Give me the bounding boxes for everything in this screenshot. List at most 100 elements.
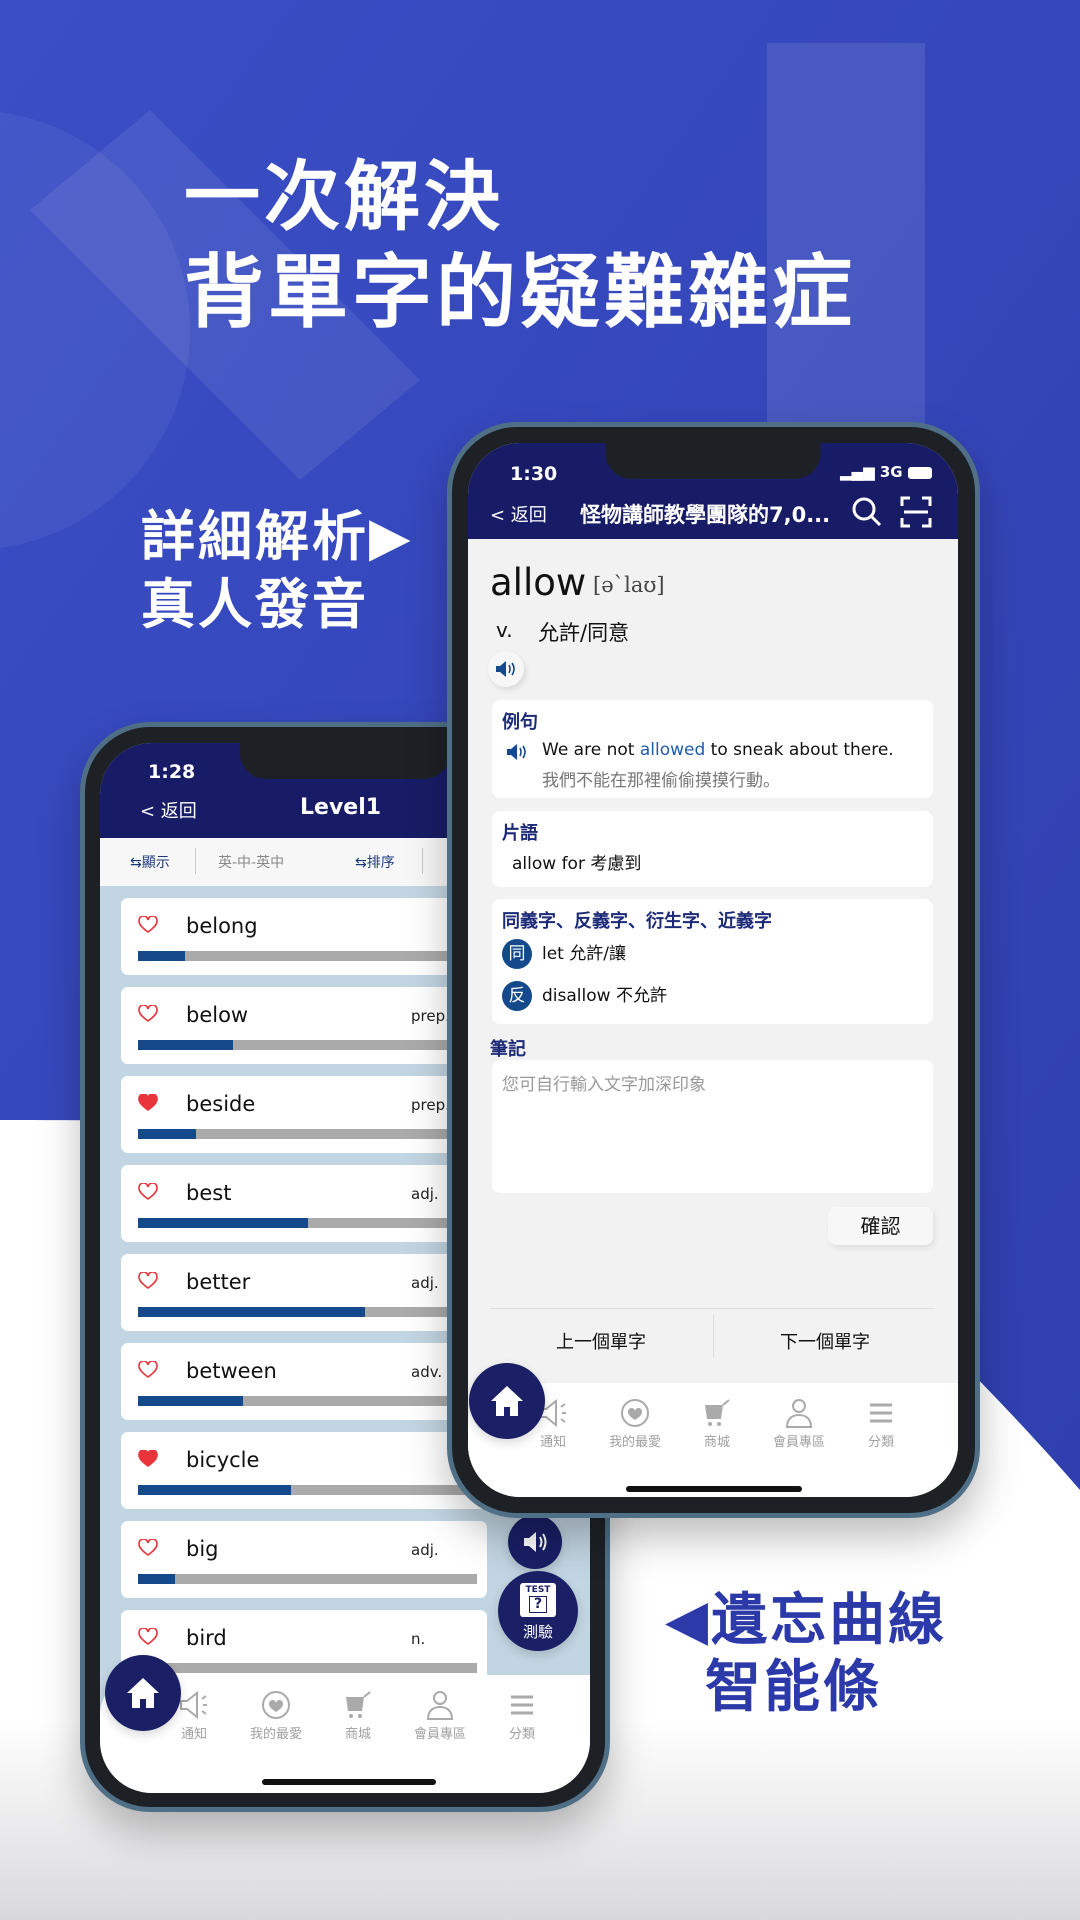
favorite-icon: [621, 1399, 649, 1427]
tab-label: 我的最愛: [608, 1435, 661, 1450]
tab-label: 商城: [703, 1435, 730, 1450]
word-pos: n.: [411, 1630, 426, 1648]
heart-icon[interactable]: [138, 1272, 158, 1290]
home-indicator: [626, 1486, 802, 1492]
memory-progress-fill: [138, 1129, 196, 1139]
memory-progress-bar: [138, 1396, 477, 1406]
word-row[interactable]: best adj.: [121, 1165, 487, 1242]
status-time: 1:28: [148, 761, 196, 783]
tab-item[interactable]: 我的最愛: [595, 1397, 675, 1450]
tab-label: 我的最愛: [249, 1727, 302, 1742]
callout-left-line2: 真人發音: [141, 573, 369, 636]
tab-item[interactable]: 會員專區: [400, 1689, 480, 1742]
word-text: better: [186, 1270, 251, 1294]
back-button[interactable]: < 返回: [140, 797, 197, 823]
test-icon: TEST?: [520, 1583, 556, 1617]
home-button[interactable]: [105, 1655, 181, 1731]
tab-label: 通知: [180, 1727, 207, 1742]
memory-progress-fill: [138, 1040, 233, 1050]
sort-toggle[interactable]: ⇆排序: [355, 852, 395, 872]
notes-input[interactable]: 您可自行輸入文字加深印象: [492, 1060, 933, 1193]
heart-icon[interactable]: [138, 1450, 158, 1468]
sort-label: 排序: [366, 855, 395, 871]
phrase-heading: 片語: [502, 823, 538, 844]
word-row[interactable]: bicycle: [121, 1432, 487, 1509]
word-pos: adj.: [411, 1185, 439, 1203]
memory-progress-fill: [138, 951, 186, 961]
word-pos: adj.: [411, 1541, 439, 1559]
speaker-icon: [524, 1532, 547, 1552]
callout-right-line2: 智能條: [705, 1655, 882, 1720]
heart-icon[interactable]: [138, 916, 158, 934]
example-translation: 我們不能在那裡偷偷摸摸行動。: [542, 771, 780, 791]
heart-icon[interactable]: [138, 1361, 158, 1379]
test-button[interactable]: TEST? 測驗: [498, 1571, 578, 1651]
heart-icon[interactable]: [138, 1539, 158, 1557]
search-icon[interactable]: [851, 496, 883, 528]
home-button[interactable]: [469, 1363, 545, 1439]
memory-progress-bar: [138, 1574, 477, 1584]
word-row[interactable]: below prep.: [121, 987, 487, 1064]
antonym-item: 反 disallow 不允許: [502, 981, 667, 1011]
word-pos: prep.: [411, 1007, 450, 1025]
tab-label: 通知: [539, 1435, 566, 1450]
heart-icon[interactable]: [138, 1628, 158, 1646]
tab-item[interactable]: 分類: [482, 1689, 562, 1742]
home-icon: [127, 1678, 159, 1708]
word-text: best: [186, 1181, 232, 1205]
tab-item[interactable]: 分類: [841, 1397, 921, 1450]
prev-word-button[interactable]: 上一個單字: [490, 1328, 712, 1354]
home-icon: [491, 1386, 523, 1416]
memory-progress-bar: [138, 1485, 477, 1495]
tab-item[interactable]: 商城: [677, 1397, 757, 1450]
word-text: bicycle: [186, 1448, 260, 1472]
example-sentence: We are not allowed to sneak about there.: [542, 740, 894, 760]
word-pos: prep.: [411, 1096, 450, 1114]
heart-icon[interactable]: [138, 1183, 158, 1201]
tab-label: 會員專區: [413, 1727, 466, 1742]
member-icon: [426, 1691, 454, 1720]
heart-icon[interactable]: [138, 1005, 158, 1023]
meaning: 允許/同意: [538, 621, 630, 645]
front-phone: 1:30 ▂▄▆ 3G < 返回 怪物講師教學團隊的7,0... allow […: [447, 422, 980, 1518]
word-text: big: [186, 1537, 219, 1561]
memory-progress-bar: [138, 1129, 477, 1139]
scan-icon[interactable]: [900, 496, 932, 528]
menu-icon: [511, 1695, 533, 1715]
page-title: Level1: [300, 795, 382, 820]
favorite-icon: [262, 1691, 290, 1719]
word-headword: allow: [490, 561, 587, 604]
memory-progress-fill: [138, 1396, 244, 1406]
headline-line2: 背單字的疑難雜症: [184, 246, 856, 339]
pronounce-button[interactable]: [488, 651, 524, 687]
speaker-icon[interactable]: [506, 743, 528, 761]
word-text: bird: [186, 1626, 227, 1650]
phrase-card: 片語 allow for 考慮到: [492, 811, 933, 887]
memory-progress-bar: [138, 951, 477, 961]
word-row[interactable]: beside prep.: [121, 1076, 487, 1153]
word-text: belong: [186, 914, 258, 938]
related-words-card: 同義字、反義字、衍生字、近義字 同 let 允許/讓 反 disallow 不允許: [492, 899, 933, 1024]
word-row[interactable]: better adj.: [121, 1254, 487, 1331]
tab-item[interactable]: 商城: [318, 1689, 398, 1742]
back-button[interactable]: < 返回: [490, 501, 547, 527]
tab-item[interactable]: 我的最愛: [236, 1689, 316, 1742]
tab-item[interactable]: 會員專區: [759, 1397, 839, 1450]
word-row[interactable]: between adv. prep.: [121, 1343, 487, 1420]
member-icon: [785, 1399, 813, 1428]
display-toggle[interactable]: ⇆顯示: [130, 852, 170, 872]
front-phone-screen: 1:30 ▂▄▆ 3G < 返回 怪物講師教學團隊的7,0... allow […: [468, 443, 958, 1497]
word-pos: adj.: [411, 1274, 439, 1292]
word-row[interactable]: big adj.: [121, 1521, 487, 1598]
heart-icon[interactable]: [138, 1094, 158, 1112]
word-text: below: [186, 1003, 249, 1027]
example-card: 例句 We are not allowed to sneak about the…: [492, 700, 933, 798]
part-of-speech: v.: [496, 618, 513, 642]
word-row[interactable]: belong: [121, 898, 487, 975]
speaker-button[interactable]: [508, 1515, 562, 1569]
tab-label: 分類: [867, 1435, 894, 1450]
memory-progress-bar: [138, 1307, 477, 1317]
next-word-button[interactable]: 下一個單字: [714, 1328, 936, 1354]
display-mode-value: 英-中-英中: [218, 855, 285, 871]
confirm-button[interactable]: 確認: [828, 1207, 933, 1245]
